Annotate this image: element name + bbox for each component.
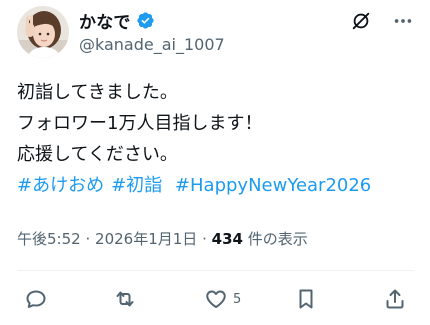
- repost-button[interactable]: [113, 287, 142, 311]
- post-time[interactable]: 午後5:52: [17, 230, 81, 248]
- heart-icon: [206, 290, 226, 308]
- meta-separator: ·: [85, 230, 91, 248]
- meta-separator: ·: [202, 230, 207, 248]
- reply-icon: [26, 290, 46, 308]
- author-name-row: かなで: [79, 8, 155, 33]
- post-line: 応援してください。: [17, 144, 178, 165]
- author-handle[interactable]: @kanade_ai_1007: [79, 35, 225, 54]
- repost-icon: [116, 291, 134, 307]
- hashtag-row: #あけおめ #初詣 #HappyNewYear2026: [17, 170, 417, 201]
- hashtag-link[interactable]: #あけおめ: [17, 175, 104, 196]
- hashtag-link[interactable]: #HappyNewYear2026: [175, 175, 371, 196]
- post-card: かなで @kanade_ai_1007 初詣してきました。 フォロワー1万人目指…: [0, 0, 430, 325]
- divider: [17, 270, 414, 271]
- like-count: 5: [233, 291, 242, 307]
- bookmark-button[interactable]: [294, 287, 323, 311]
- hashtag-link[interactable]: #初詣: [111, 175, 162, 196]
- share-icon: [386, 289, 404, 309]
- post-meta: 午後5:52 · 2026年1月1日 · 434 件の表示: [17, 228, 308, 249]
- post-date[interactable]: 2026年1月1日: [95, 230, 197, 248]
- avatar[interactable]: [17, 6, 69, 58]
- grok-icon[interactable]: [350, 10, 372, 32]
- display-name[interactable]: かなで: [79, 8, 131, 33]
- action-bar: 5: [0, 287, 430, 315]
- views-label[interactable]: 件の表示: [248, 230, 308, 248]
- post-line: フォロワー1万人目指します！: [17, 113, 263, 134]
- share-button[interactable]: [383, 287, 412, 311]
- like-button[interactable]: 5: [204, 287, 241, 311]
- post-line: 初詣してきました。: [17, 82, 178, 103]
- avatar-photo: [17, 6, 69, 58]
- post-text: 初詣してきました。 フォロワー1万人目指します！ 応援してください。 #あけおめ…: [17, 77, 417, 201]
- top-actions: [350, 10, 414, 32]
- verified-badge-icon[interactable]: [136, 11, 155, 30]
- reply-button[interactable]: [24, 287, 53, 311]
- more-options-icon[interactable]: [392, 10, 414, 32]
- bookmark-icon: [299, 289, 313, 309]
- views-count[interactable]: 434: [212, 230, 243, 248]
